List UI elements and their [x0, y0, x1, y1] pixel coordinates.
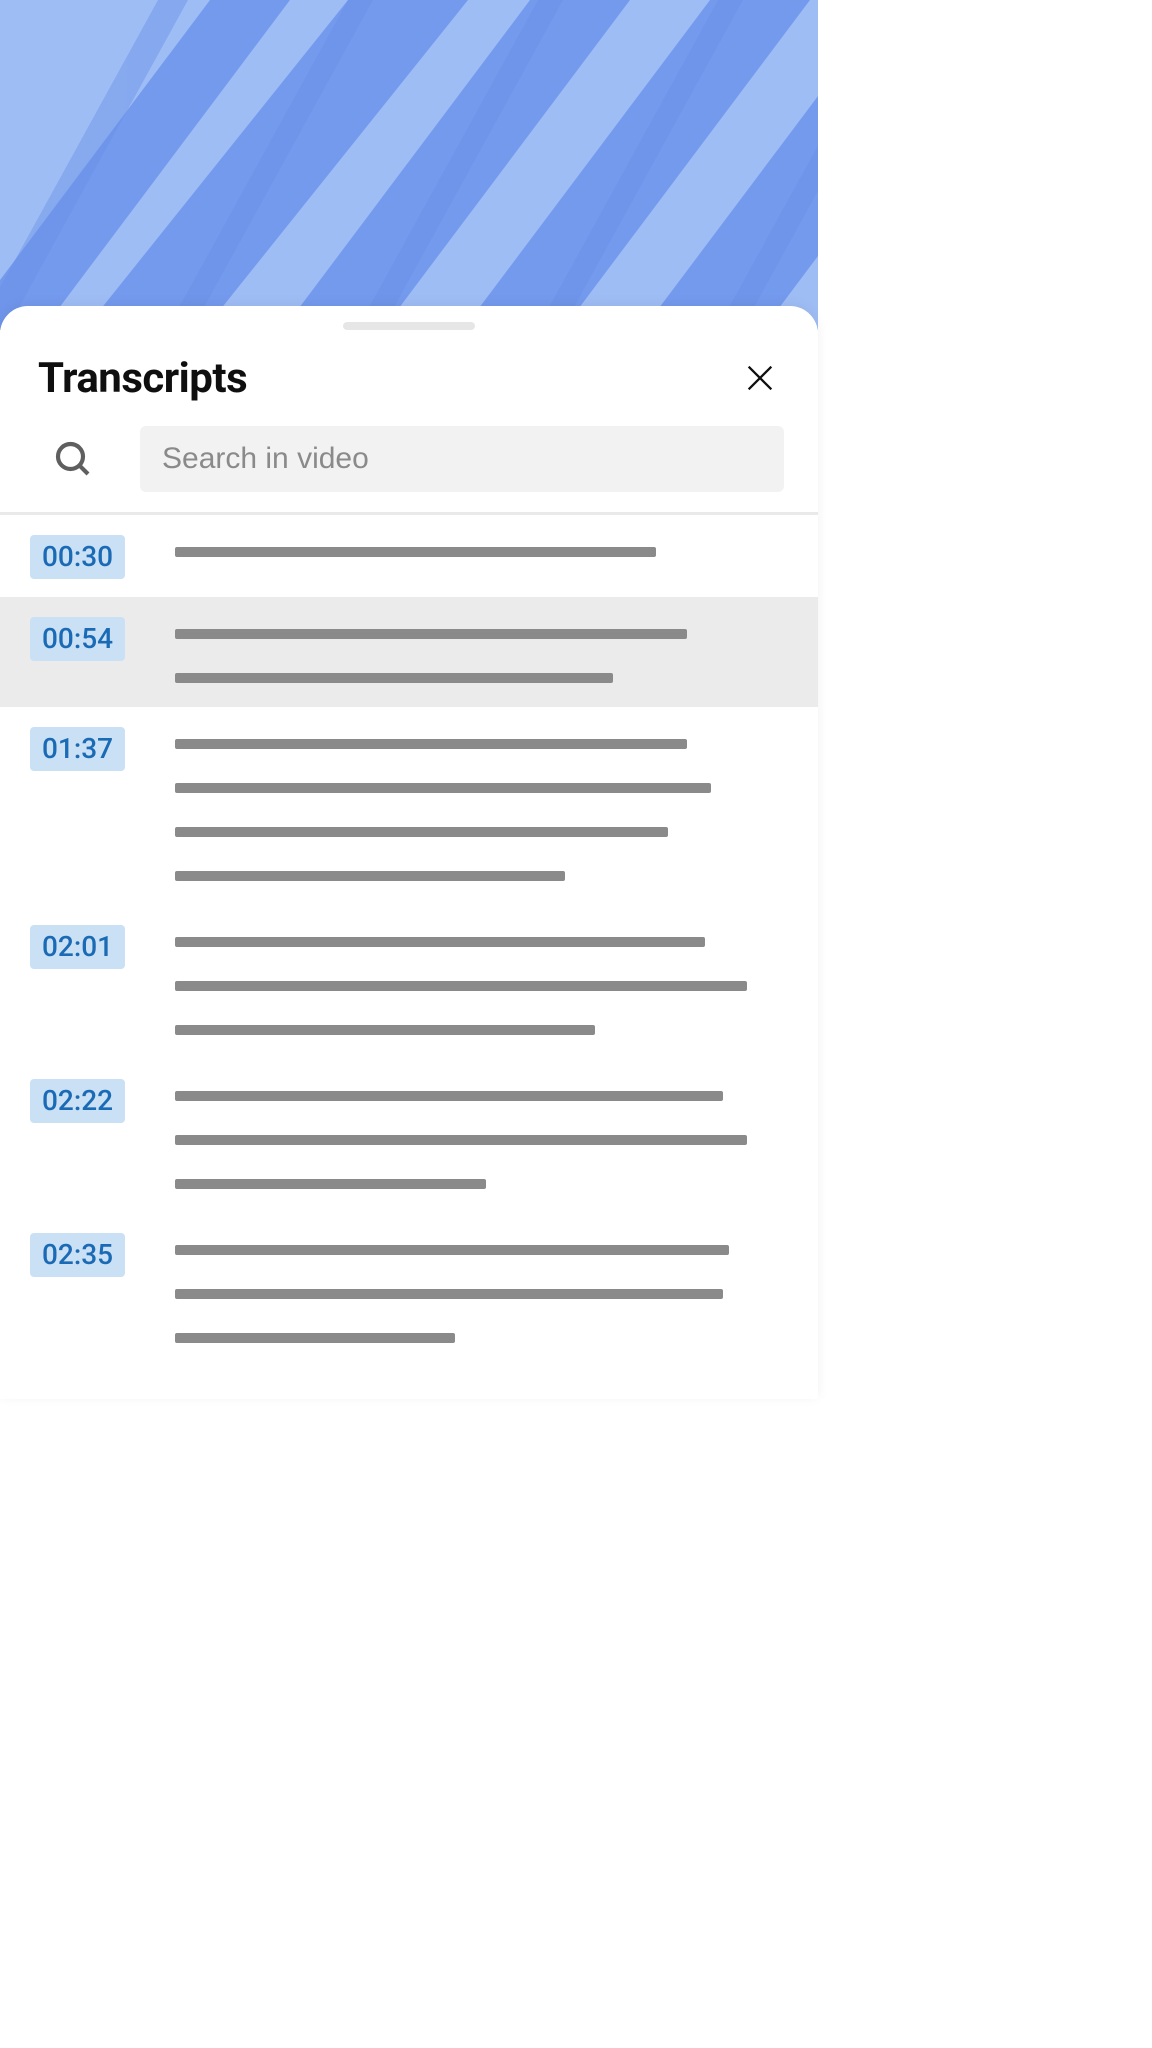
text-line-placeholder: [175, 937, 705, 947]
text-line-placeholder: [175, 673, 613, 683]
text-line-placeholder: [175, 1245, 729, 1255]
transcript-text: [175, 1077, 784, 1195]
timestamp-badge[interactable]: 02:01: [30, 925, 125, 969]
timestamp-badge[interactable]: 00:54: [30, 617, 125, 661]
text-line-placeholder: [175, 547, 656, 557]
timestamp-badge[interactable]: 01:37: [30, 727, 125, 771]
close-button[interactable]: [736, 354, 784, 402]
text-line-placeholder: [175, 981, 747, 991]
text-line-placeholder: [175, 871, 565, 881]
transcript-text: [175, 725, 784, 887]
timestamp-badge[interactable]: 02:35: [30, 1233, 125, 1277]
transcript-sheet: Transcripts 00:30 00:54 01:37 02:01 02:22 02:…: [0, 306, 818, 1399]
search-input[interactable]: [140, 426, 784, 492]
text-line-placeholder: [175, 739, 687, 749]
text-line-placeholder: [175, 1135, 747, 1145]
text-line-placeholder: [175, 1289, 723, 1299]
close-icon: [743, 361, 777, 395]
text-line-placeholder: [175, 629, 687, 639]
search-icon: [53, 439, 93, 479]
transcript-row[interactable]: 01:37: [0, 707, 818, 905]
text-line-placeholder: [175, 1091, 723, 1101]
transcript-text: [175, 923, 784, 1041]
transcript-row[interactable]: 00:54: [0, 597, 818, 707]
transcript-row[interactable]: 00:30: [0, 515, 818, 597]
text-line-placeholder: [175, 1025, 595, 1035]
text-line-placeholder: [175, 783, 711, 793]
search-row: [0, 416, 818, 512]
search-icon-wrap[interactable]: [38, 439, 108, 479]
transcript-row[interactable]: 02:22: [0, 1059, 818, 1213]
transcript-list[interactable]: 00:30 00:54 01:37 02:01 02:22 02:35: [0, 515, 818, 1367]
sheet-header: Transcripts: [0, 340, 818, 416]
sheet-title: Transcripts: [38, 354, 247, 403]
transcript-row[interactable]: 02:01: [0, 905, 818, 1059]
text-line-placeholder: [175, 827, 668, 837]
drag-handle[interactable]: [343, 322, 475, 330]
timestamp-badge[interactable]: 02:22: [30, 1079, 125, 1123]
transcript-text: [175, 533, 784, 563]
video-thumbnail-bg: [0, 0, 818, 330]
transcript-row[interactable]: 02:35: [0, 1213, 818, 1367]
text-line-placeholder: [175, 1179, 486, 1189]
transcript-text: [175, 1231, 784, 1349]
transcript-text: [175, 615, 784, 689]
timestamp-badge[interactable]: 00:30: [30, 535, 125, 579]
text-line-placeholder: [175, 1333, 455, 1343]
